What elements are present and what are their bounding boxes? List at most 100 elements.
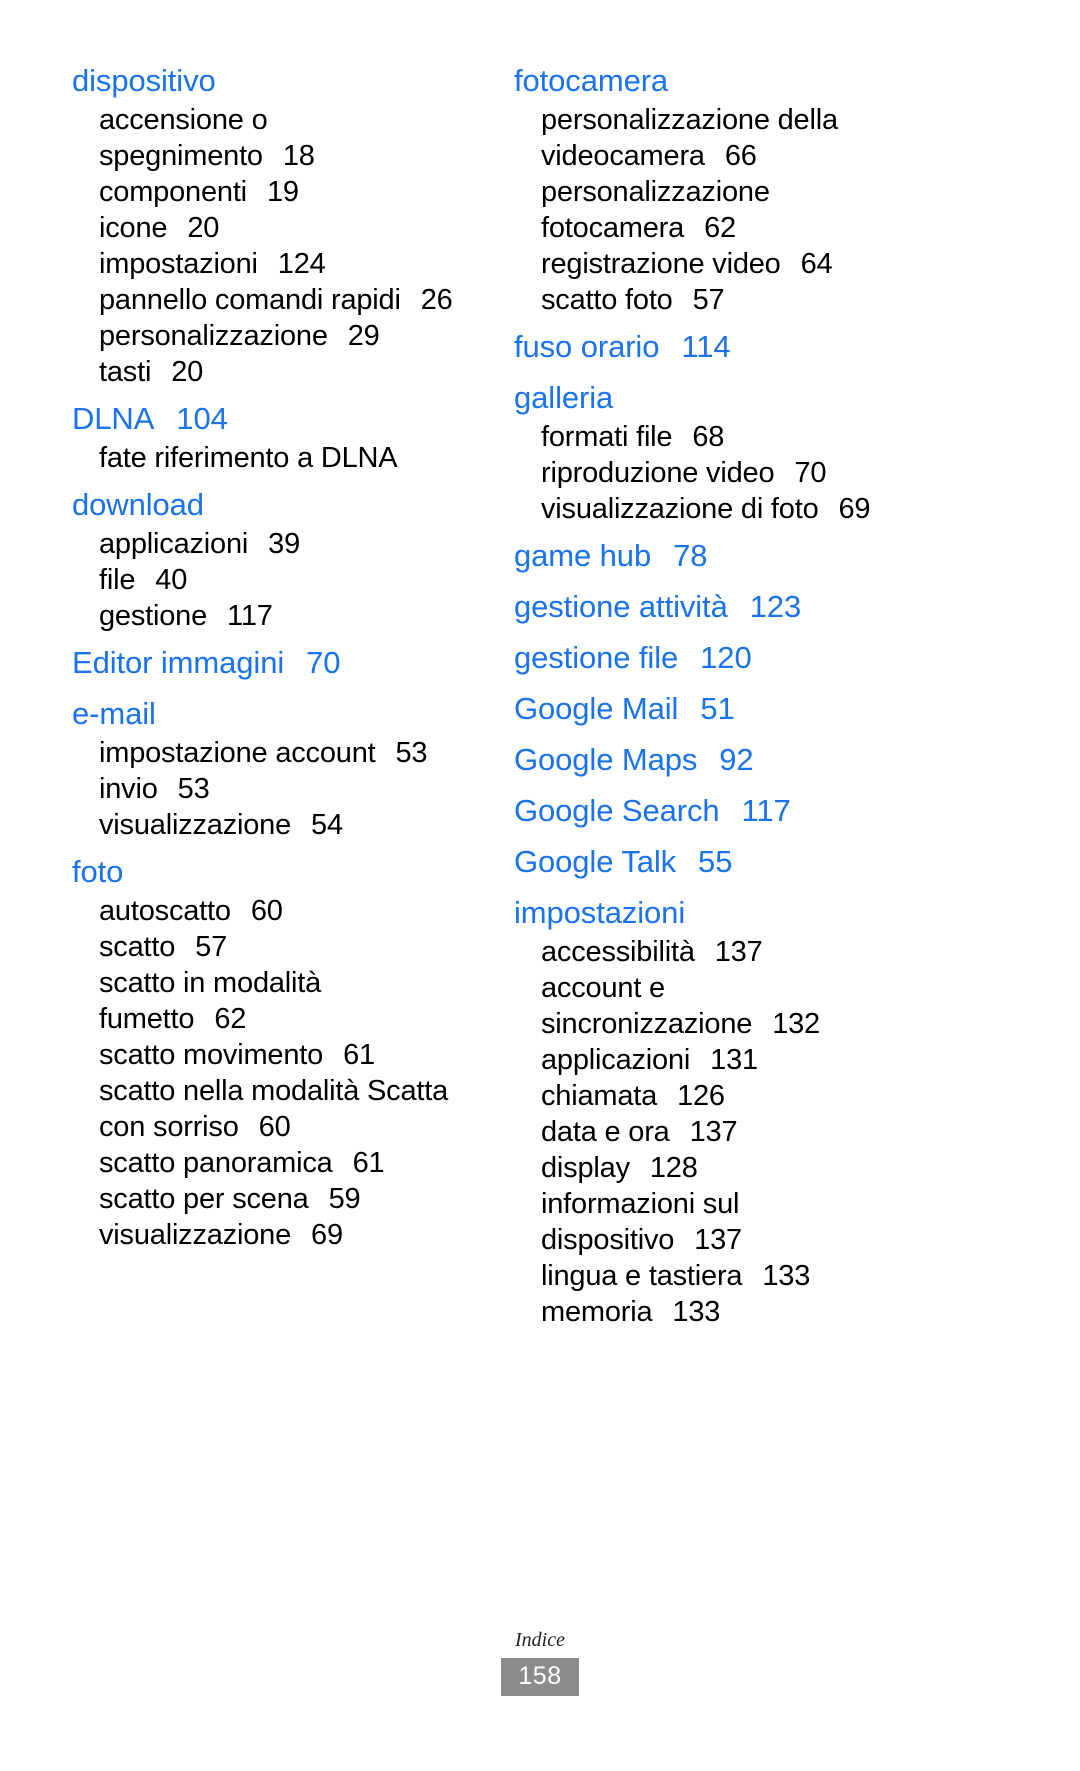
index-entry: Google Mail 51 <box>514 686 928 731</box>
index-subentry[interactable]: scatto foto 57 <box>541 282 928 318</box>
index-subentry[interactable]: dispositivo 137 <box>541 1222 928 1258</box>
index-term-page: 104 <box>176 401 228 436</box>
index-subentry[interactable]: con sorriso 60 <box>99 1109 486 1145</box>
index-subentry[interactable]: impostazione account 53 <box>99 735 486 771</box>
page-number-badge: 158 <box>501 1658 579 1696</box>
index-entry-term[interactable]: game hub 78 <box>514 533 928 578</box>
index-subentry[interactable]: sincronizzazione 132 <box>541 1006 928 1042</box>
index-subentry-list: personalizzazione della videocamera 66 pers… <box>514 102 928 318</box>
index-subentry[interactable]: visualizzazione di foto 69 <box>541 491 928 527</box>
index-subentry[interactable]: data e ora 137 <box>541 1114 928 1150</box>
index-subentry-label: autoscatto <box>99 895 231 927</box>
index-entry-term[interactable]: gestione attività 123 <box>514 584 928 629</box>
index-subentry[interactable]: personalizzazione <box>541 174 928 210</box>
index-entry-term[interactable]: foto <box>72 849 486 894</box>
index-term-label: gestione file <box>514 640 679 675</box>
index-subentry[interactable]: spegnimento 18 <box>99 138 486 174</box>
index-entry-term[interactable]: fuso orario 114 <box>514 324 928 369</box>
index-subentry-label: dispositivo <box>541 1224 675 1256</box>
index-subentry-list: accensione o spegnimento 18 componenti 19 ico… <box>72 102 486 390</box>
index-subentry[interactable]: scatto per scena 59 <box>99 1181 486 1217</box>
index-subentry[interactable]: visualizzazione 54 <box>99 807 486 843</box>
index-subentry-page: 60 <box>250 895 283 927</box>
index-subentry[interactable]: tasti 20 <box>99 354 486 390</box>
index-entry-term[interactable]: download <box>72 482 486 527</box>
index-entry: Editor immagini 70 <box>72 640 486 685</box>
index-term-label: e-mail <box>72 696 156 731</box>
index-entry-term[interactable]: fotocamera <box>514 58 928 103</box>
index-entry: Google Search 117 <box>514 788 928 833</box>
index-subentry[interactable]: display 128 <box>541 1150 928 1186</box>
index-entry-term[interactable]: dispositivo <box>72 58 486 103</box>
index-term-label: Editor immagini <box>72 645 285 680</box>
index-entry-term[interactable]: galleria <box>514 375 928 420</box>
index-subentry[interactable]: impostazioni 124 <box>99 246 486 282</box>
index-subentry[interactable]: fate riferimento a DLNA <box>99 440 486 476</box>
index-entry-term[interactable]: e-mail <box>72 691 486 736</box>
index-subentry[interactable]: visualizzazione 69 <box>99 1217 486 1253</box>
index-subentry[interactable]: chiamata 126 <box>541 1078 928 1114</box>
index-subentry[interactable]: personalizzazione 29 <box>99 318 486 354</box>
index-subentry-page: 64 <box>800 248 833 280</box>
index-subentry[interactable]: videocamera 66 <box>541 138 928 174</box>
index-subentry-label: personalizzazione <box>541 176 770 208</box>
index-entry-term[interactable]: Google Talk 55 <box>514 839 928 884</box>
index-subentry-page: 20 <box>171 356 204 388</box>
index-subentry[interactable]: scatto 57 <box>99 929 486 965</box>
index-subentry[interactable]: fumetto 62 <box>99 1001 486 1037</box>
index-subentry[interactable]: applicazioni 39 <box>99 526 486 562</box>
index-subentry-label: data e ora <box>541 1116 670 1148</box>
index-subentry[interactable]: file 40 <box>99 562 486 598</box>
index-subentry[interactable]: invio 53 <box>99 771 486 807</box>
index-subentry[interactable]: accessibilità 137 <box>541 934 928 970</box>
index-subentry[interactable]: fotocamera 62 <box>541 210 928 246</box>
index-subentry-page: 137 <box>689 1116 738 1148</box>
index-subentry[interactable]: componenti 19 <box>99 174 486 210</box>
index-subentry-label: sincronizzazione <box>541 1008 753 1040</box>
index-entry-term[interactable]: Google Search 117 <box>514 788 928 833</box>
index-subentry[interactable]: memoria 133 <box>541 1294 928 1330</box>
index-subentry[interactable]: account e <box>541 970 928 1006</box>
index-subentry[interactable]: icone 20 <box>99 210 486 246</box>
index-subentry[interactable]: pannello comandi rapidi 26 <box>99 282 486 318</box>
index-subentry[interactable]: formati file 68 <box>541 419 928 455</box>
index-subentry[interactable]: registrazione video 64 <box>541 246 928 282</box>
index-subentry-label: informazioni sul <box>541 1188 740 1220</box>
index-subentry-page: 133 <box>762 1260 811 1292</box>
index-subentry[interactable]: scatto in modalità <box>99 965 486 1001</box>
index-entry: dispositivo accensione o spegnimento 18 comp… <box>72 58 486 390</box>
index-entry-term[interactable]: DLNA 104 <box>72 396 486 441</box>
index-term-page: 55 <box>698 844 733 879</box>
index-subentry[interactable]: autoscatto 60 <box>99 893 486 929</box>
index-subentry[interactable]: personalizzazione della <box>541 102 928 138</box>
index-subentry[interactable]: gestione 117 <box>99 598 486 634</box>
index-term-label: gestione attività <box>514 589 728 624</box>
index-entry: Google Talk 55 <box>514 839 928 884</box>
index-subentry-page: 68 <box>692 421 725 453</box>
index-subentry[interactable]: accensione o <box>99 102 486 138</box>
index-term-label: DLNA <box>72 401 155 436</box>
index-subentry[interactable]: informazioni sul <box>541 1186 928 1222</box>
index-entry: fuso orario 114 <box>514 324 928 369</box>
index-entry: game hub 78 <box>514 533 928 578</box>
index-subentry-list: autoscatto 60 scatto 57 scatto in modalità fu… <box>72 893 486 1253</box>
index-entry-term[interactable]: Google Maps 92 <box>514 737 928 782</box>
index-entry-term[interactable]: impostazioni <box>514 890 928 935</box>
index-entry-term[interactable]: Editor immagini 70 <box>72 640 486 685</box>
index-subentry[interactable]: scatto movimento 61 <box>99 1037 486 1073</box>
index-subentry-label: scatto per scena <box>99 1183 309 1215</box>
footer-section-label: Indice <box>515 1629 565 1651</box>
index-entry-term[interactable]: Google Mail 51 <box>514 686 928 731</box>
index-subentry-label: applicazioni <box>99 528 249 560</box>
index-term-page: 114 <box>681 329 731 364</box>
index-subentry-label: fate riferimento a DLNA <box>99 442 398 474</box>
index-subentry[interactable]: riproduzione video 70 <box>541 455 928 491</box>
index-entry: foto autoscatto 60 scatto 57 scatto in modali… <box>72 849 486 1253</box>
index-subentry[interactable]: scatto panoramica 61 <box>99 1145 486 1181</box>
index-entry-term[interactable]: gestione file 120 <box>514 635 928 680</box>
index-subentry[interactable]: scatto nella modalità Scatta <box>99 1073 486 1109</box>
index-term-label: impostazioni <box>514 895 686 930</box>
index-entry: DLNA 104 fate riferimento a DLNA <box>72 396 486 476</box>
index-subentry[interactable]: applicazioni 131 <box>541 1042 928 1078</box>
index-subentry[interactable]: lingua e tastiera 133 <box>541 1258 928 1294</box>
